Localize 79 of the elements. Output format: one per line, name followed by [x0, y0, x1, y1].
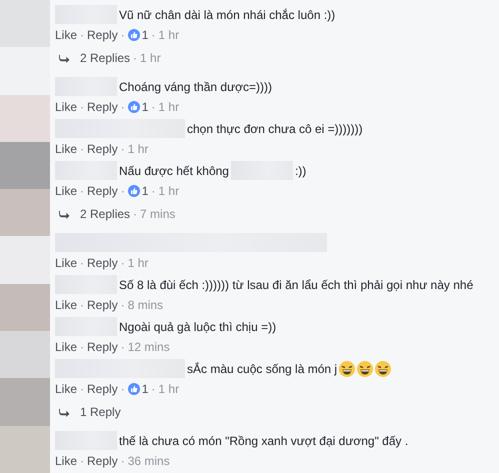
separator-dot: · — [151, 184, 156, 198]
separator-dot: · — [120, 142, 125, 156]
comment-action-link[interactable]: Reply — [87, 340, 118, 354]
separator-dot: · — [80, 340, 84, 354]
separator-dot: · — [80, 28, 84, 42]
comment-action-link[interactable]: Reply — [87, 100, 118, 114]
separator-dot: · — [120, 256, 125, 270]
comment-time: 1 hr — [128, 256, 148, 270]
comment-action-link[interactable]: Like — [55, 100, 78, 114]
comment-text: Choáng váng thần dược=)))) — [119, 80, 272, 94]
comment-action-link[interactable]: Like — [55, 454, 78, 468]
separator-dot: · — [120, 382, 125, 396]
separator-dot: · — [133, 207, 138, 221]
laughing-emoji-icon — [375, 360, 392, 376]
comment-action-link[interactable]: Like — [55, 184, 78, 198]
comment-action-link[interactable]: Reply — [87, 454, 118, 468]
comment-time: 1 hr — [158, 184, 180, 198]
comment-time: 1 hr — [158, 100, 180, 114]
comment-text: sẮc màu cuộc sống là món j — [187, 362, 338, 376]
comment-action-link[interactable]: Like — [55, 142, 78, 156]
separator-dot: · — [120, 340, 125, 354]
separator-dot: · — [120, 298, 125, 312]
comment-text: chọn thực đơn chưa cô ei =))))))) — [187, 122, 363, 136]
view-replies-link[interactable]: 1 Reply — [80, 405, 121, 419]
reply-arrow-icon — [59, 54, 70, 62]
laughing-emoji-icon — [339, 360, 356, 376]
comment-time: 1 hr — [128, 142, 148, 156]
comment-time: 12 mins — [128, 340, 170, 354]
comment-action-link[interactable]: Like — [55, 298, 78, 312]
replies-time: 1 hr — [140, 51, 161, 65]
replies-time: 7 mins — [140, 207, 176, 221]
like-count: 1 — [142, 28, 148, 42]
separator-dot: · — [80, 382, 84, 396]
separator-dot: · — [151, 382, 156, 396]
comment-action-link[interactable]: Reply — [87, 142, 118, 156]
comment-action-link[interactable]: Like — [55, 382, 78, 396]
like-count: 1 — [142, 100, 148, 114]
separator-dot: · — [80, 100, 84, 114]
separator-dot: · — [151, 28, 156, 42]
comment-text: Vũ nữ chân dài là món nhái chắc luôn :)) — [119, 8, 336, 22]
separator-dot: · — [151, 100, 156, 114]
thumbs-up-icon — [128, 382, 140, 394]
view-replies-link[interactable]: 2 Replies — [80, 207, 130, 221]
thumbs-up-icon — [128, 28, 140, 40]
comment-action-link[interactable]: Reply — [87, 184, 118, 198]
comment-action-link[interactable]: Reply — [87, 28, 118, 42]
separator-dot: · — [80, 454, 84, 468]
comment-text: Ngoài quả gà luộc thì chịu =)) — [119, 320, 276, 334]
comment-text: thế là chưa có món "Rồng xanh vượt đại dương" đấy . — [119, 434, 408, 448]
separator-dot: · — [120, 454, 125, 468]
like-count: 1 — [142, 382, 148, 396]
comment-time: 8 mins — [128, 298, 164, 312]
comment-action-link[interactable]: Like — [55, 28, 78, 42]
thumbs-up-icon — [128, 100, 140, 112]
comment-time: 1 hr — [158, 382, 180, 396]
separator-dot: · — [80, 142, 84, 156]
separator-dot: · — [133, 51, 138, 65]
comment-text: :)) — [294, 164, 306, 178]
laughing-emoji-icon — [357, 360, 374, 376]
comment-time: 36 mins — [128, 454, 170, 468]
comment-time: 1 hr — [158, 28, 180, 42]
comment-text: Nấu được hết không — [119, 164, 229, 178]
like-count: 1 — [142, 184, 148, 198]
reply-arrow-icon — [59, 408, 70, 416]
separator-dot: · — [80, 298, 84, 312]
thumbs-up-icon — [128, 184, 140, 196]
comment-text: Số 8 là đùi ếch :)))))) từ lsau đi ăn lẩu ếch thì phải gọi như này nhé — [119, 278, 474, 292]
reply-arrow-icon — [59, 210, 70, 218]
separator-dot: · — [80, 256, 84, 270]
comment-action-link[interactable]: Reply — [87, 256, 118, 270]
view-replies-link[interactable]: 2 Replies — [80, 51, 130, 65]
comment-action-link[interactable]: Reply — [87, 382, 118, 396]
comment-action-link[interactable]: Like — [55, 256, 78, 270]
separator-dot: · — [120, 28, 125, 42]
comment-action-link[interactable]: Like — [55, 340, 78, 354]
separator-dot: · — [120, 184, 125, 198]
separator-dot: · — [120, 100, 125, 114]
comment-action-link[interactable]: Reply — [87, 298, 118, 312]
separator-dot: · — [80, 184, 84, 198]
